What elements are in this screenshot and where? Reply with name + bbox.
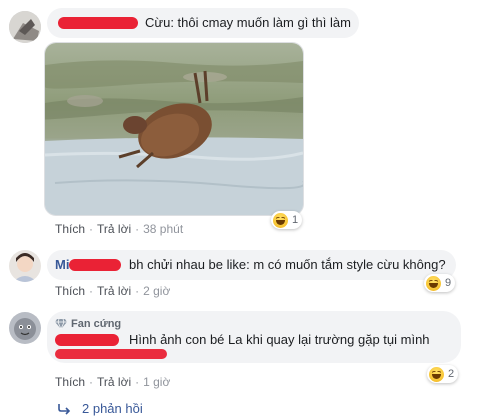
comment-timestamp[interactable]: 38 phút	[143, 222, 183, 236]
sheep-jumping-photo	[45, 43, 303, 215]
comment-timestamp[interactable]: 2 giờ	[143, 284, 170, 298]
commenter-avatar-2[interactable]	[9, 250, 41, 282]
reply-arrow-icon	[58, 403, 71, 415]
comment-timestamp[interactable]: 1 giờ	[143, 375, 170, 389]
commenter-avatar-1[interactable]	[9, 11, 41, 43]
reply-link[interactable]: Trả lời	[97, 375, 131, 389]
like-link[interactable]: Thích	[55, 284, 85, 298]
reply-link[interactable]: Trả lời	[97, 284, 131, 298]
comment-actions-3: Thích · Trả lời · 1 giờ	[55, 375, 171, 389]
comment-text: Cừu: thôi cmay muốn làm gì thì làm	[145, 15, 351, 30]
diamond-icon	[55, 319, 67, 329]
fan-badge-label: Fan cứng	[71, 318, 122, 330]
haha-emoji-icon	[429, 366, 444, 382]
comment-bubble-3: Fan cứng Hình ảnh con bé La khi quay lại…	[47, 311, 461, 363]
profile-photo-icon	[9, 11, 41, 43]
haha-emoji-icon	[426, 275, 441, 291]
reply-link[interactable]: Trả lời	[97, 222, 131, 236]
redacted-text-line-2	[55, 349, 167, 359]
comment-actions-1: Thích · Trả lời · 38 phút	[55, 222, 184, 236]
comment-bubble-2: Mi bh chửi nhau be like: m có muốn tắm s…	[47, 250, 456, 280]
view-replies-label: 2 phản hồi	[82, 401, 143, 416]
reaction-count-2[interactable]: 9	[424, 274, 456, 292]
reaction-count-3[interactable]: 2	[427, 365, 459, 383]
comment-text-line-1: Hình ảnh con bé La khi quay lại trường g…	[129, 332, 430, 347]
redacted-author-name	[58, 17, 138, 29]
redacted-author-name-prefix: Mi	[55, 257, 70, 272]
reaction-count: 9	[445, 277, 452, 289]
reaction-count: 1	[292, 214, 299, 226]
view-replies-link[interactable]: 2 phản hồi	[58, 401, 143, 416]
like-link[interactable]: Thích	[55, 375, 85, 389]
haha-emoji-icon	[273, 212, 288, 228]
profile-photo-icon	[9, 312, 41, 344]
redacted-author-name	[55, 334, 119, 346]
redacted-author-name	[69, 259, 121, 271]
comment-text: bh chửi nhau be like: m có muốn tắm styl…	[129, 257, 446, 272]
commenter-avatar-3[interactable]	[9, 312, 41, 344]
reaction-count-1[interactable]: 1	[271, 211, 303, 229]
reaction-count: 2	[448, 368, 455, 380]
comment-bubble-1: Cừu: thôi cmay muốn làm gì thì làm	[47, 8, 359, 38]
fan-badge: Fan cứng	[55, 316, 121, 332]
like-link[interactable]: Thích	[55, 222, 85, 236]
comment-actions-2: Thích · Trả lời · 2 giờ	[55, 284, 171, 298]
comment-attachment-photo[interactable]	[44, 42, 304, 216]
profile-photo-icon	[9, 250, 41, 282]
